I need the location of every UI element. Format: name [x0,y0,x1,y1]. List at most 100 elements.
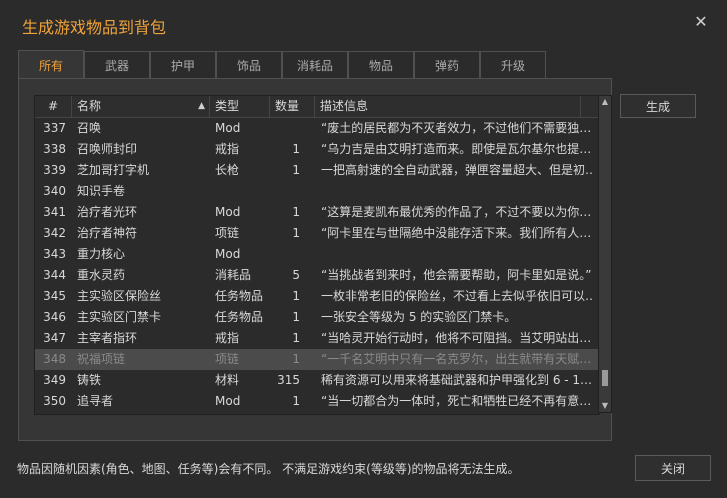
row-quantity: 1 [292,142,300,156]
row-number: 337 [43,121,66,135]
row-type: 项链 [215,226,240,240]
row-description: “乌力吉是由艾明打造而来。即使是瓦尔基尔也提… [321,142,592,156]
row-quantity: 1 [292,205,300,219]
table-row[interactable]: 342 治疗者神符 项链 1 “阿卡里在与世隔绝中没能存活下来。我们所有人… [35,223,599,244]
tab-weapons[interactable]: 武器 [84,51,150,78]
row-description: “一千名艾明中只有一名克罗尔，出生就带有天赋… [321,352,592,366]
row-type: Mod [215,121,241,135]
column-header-type[interactable]: 类型 [210,96,270,117]
table-row[interactable]: 343 重力核心 Mod [35,244,599,265]
table-row[interactable]: 338 召唤师封印 戒指 1 “乌力吉是由艾明打造而来。即使是瓦尔基尔也提… [35,139,599,160]
column-header-number[interactable]: # [35,96,72,117]
row-name: 召唤师封印 [77,142,138,156]
table-row[interactable]: 344 重水灵药 消耗品 5 “当挑战者到来时，他会需要帮助，阿卡里如是说。” [35,265,599,286]
table-row[interactable]: 341 治疗者光环 Mod 1 “这算是麦凯布最优秀的作品了，不过不要以为你… [35,202,599,223]
row-description: “这算是麦凯布最优秀的作品了，不过不要以为你… [321,205,592,219]
row-number: 349 [43,373,66,387]
row-name: 召唤 [77,121,102,135]
scroll-down-icon[interactable]: ▼ [599,400,611,412]
tab-armor[interactable]: 护甲 [150,51,216,78]
window-title: 生成游戏物品到背包 [22,18,167,37]
row-name: 主宰者指环 [77,331,138,345]
row-number: 348 [43,352,66,366]
row-type: Mod [215,247,241,261]
row-type: 手枪 [215,412,273,414]
row-quantity: 1 [292,352,300,366]
row-quantity: 1 [275,412,300,414]
close-button[interactable]: 关闭 [635,455,711,481]
row-quantity: 1 [292,394,300,408]
tab-upgrades[interactable]: 升级 [480,51,546,78]
row-quantity: 1 [292,163,300,177]
row-quantity: 1 [292,289,300,303]
item-list[interactable]: # 名称 ▲ 类型 数量 描述信息 337 召唤 Mod “废土的居民都为不灭者效力，… [34,95,600,415]
row-number: 341 [43,205,66,219]
column-header-name[interactable]: 名称 ▲ [72,96,210,117]
vertical-scrollbar[interactable]: ▲ ▼ [598,95,612,413]
row-name: 主实验区保险丝 [77,289,162,303]
row-quantity: 315 [277,373,300,387]
close-icon[interactable]: ✕ [693,14,709,30]
row-number: 347 [43,331,66,345]
table-row[interactable]: 345 主实验区保险丝 任务物品 1 一枚非常老旧的保险丝，不过看上去似乎依旧可以… [35,286,599,307]
tab-all[interactable]: 所有 [18,50,84,79]
row-description: “当一切都合为一体时，死亡和牺牲已经不再有意… [321,394,592,408]
row-type: 材料 [215,373,240,387]
row-name: 知识手卷 [77,184,126,198]
row-quantity: 1 [292,331,300,345]
table-row[interactable]: 339 芝加哥打字机 长枪 1 一把高射速的全自动武器，弹匣容量超大、但是初… [35,160,599,181]
row-description: 一把小口径全自动消声手枪，弹匣容量中等，射速… [321,412,593,414]
row-name: 祝福项链 [77,352,126,366]
scrollbar-thumb[interactable] [602,370,608,386]
row-number: 342 [43,226,66,240]
row-number: 338 [43,142,66,156]
table-row[interactable]: 351 自动手枪手枪1 一把小口径全自动消声手枪，弹匣容量中等，射速… [35,412,599,414]
row-quantity [275,118,300,139]
row-number: 340 [43,184,66,198]
row-type: Mod [215,394,241,408]
scroll-up-icon[interactable]: ▲ [599,96,611,108]
row-quantity: 1 [292,226,300,240]
row-description: 一把高射速的全自动武器，弹匣容量超大、但是初… [321,163,593,177]
table-row[interactable]: 337 召唤 Mod “废土的居民都为不灭者效力，不过他们不需要独… [35,118,599,139]
row-type: 任务物品 [215,310,264,324]
table-row[interactable]: 348 祝福项链 项链 1 “一千名艾明中只有一名克罗尔，出生就带有天赋… [35,349,599,370]
row-type: 消耗品 [215,268,252,282]
row-quantity [275,181,300,202]
row-name: 治疗者神符 [77,226,138,240]
row-description: “当挑战者到来时，他会需要帮助，阿卡里如是说。” [321,268,592,282]
row-number: 350 [43,394,66,408]
row-number: 345 [43,289,66,303]
table-row[interactable]: 347 主宰者指环 戒指 1 “当哈灵开始行动时，他将不可阻挡。当艾明站出… [35,328,599,349]
column-header-name-label: 名称 [77,99,102,113]
row-name: 芝加哥打字机 [77,163,150,177]
column-header-quantity[interactable]: 数量 [270,96,315,117]
row-type: 戒指 [215,142,240,156]
tab-consumables[interactable]: 消耗品 [282,51,348,78]
row-number: 351 [35,412,72,414]
row-description: “废土的居民都为不灭者效力，不过他们不需要独… [321,121,592,135]
row-number: 339 [43,163,66,177]
table-row[interactable]: 350 追寻者 Mod 1 “当一切都合为一体时，死亡和牺牲已经不再有意… [35,391,599,412]
tab-accessories[interactable]: 饰品 [216,51,282,78]
generate-button[interactable]: 生成 [620,94,696,118]
column-header-description[interactable]: 描述信息 [315,96,581,117]
row-type: 戒指 [215,331,240,345]
list-header: # 名称 ▲ 类型 数量 描述信息 [35,96,599,118]
row-description: 一张安全等级为 5 的实验区门禁卡。 [321,310,517,324]
row-description [321,244,593,265]
category-tabs: 所有 武器 护甲 饰品 消耗品 物品 弹药 升级 [18,50,546,79]
tab-ammo[interactable]: 弹药 [414,51,480,78]
table-row[interactable]: 346 主实验区门禁卡 任务物品 1 一张安全等级为 5 的实验区门禁卡。 [35,307,599,328]
footer-note: 物品因随机因素(角色、地图、任务等)会有不同。 不满足游戏约束(等级等)的物品将… [17,462,520,476]
row-quantity [275,244,300,265]
row-description: “当哈灵开始行动时，他将不可阻挡。当艾明站出… [321,331,592,345]
row-type [215,181,273,202]
row-quantity: 1 [292,310,300,324]
tab-items[interactable]: 物品 [348,51,414,78]
row-name: 自动手枪 [77,412,212,414]
table-row[interactable]: 340 知识手卷 [35,181,599,202]
row-description: 一枚非常老旧的保险丝，不过看上去似乎依旧可以… [321,289,593,303]
table-row[interactable]: 349 铸铁 材料 315 稀有资源可以用来将基础武器和护甲强化到 6 - 1… [35,370,599,391]
row-name: 治疗者光环 [77,205,138,219]
